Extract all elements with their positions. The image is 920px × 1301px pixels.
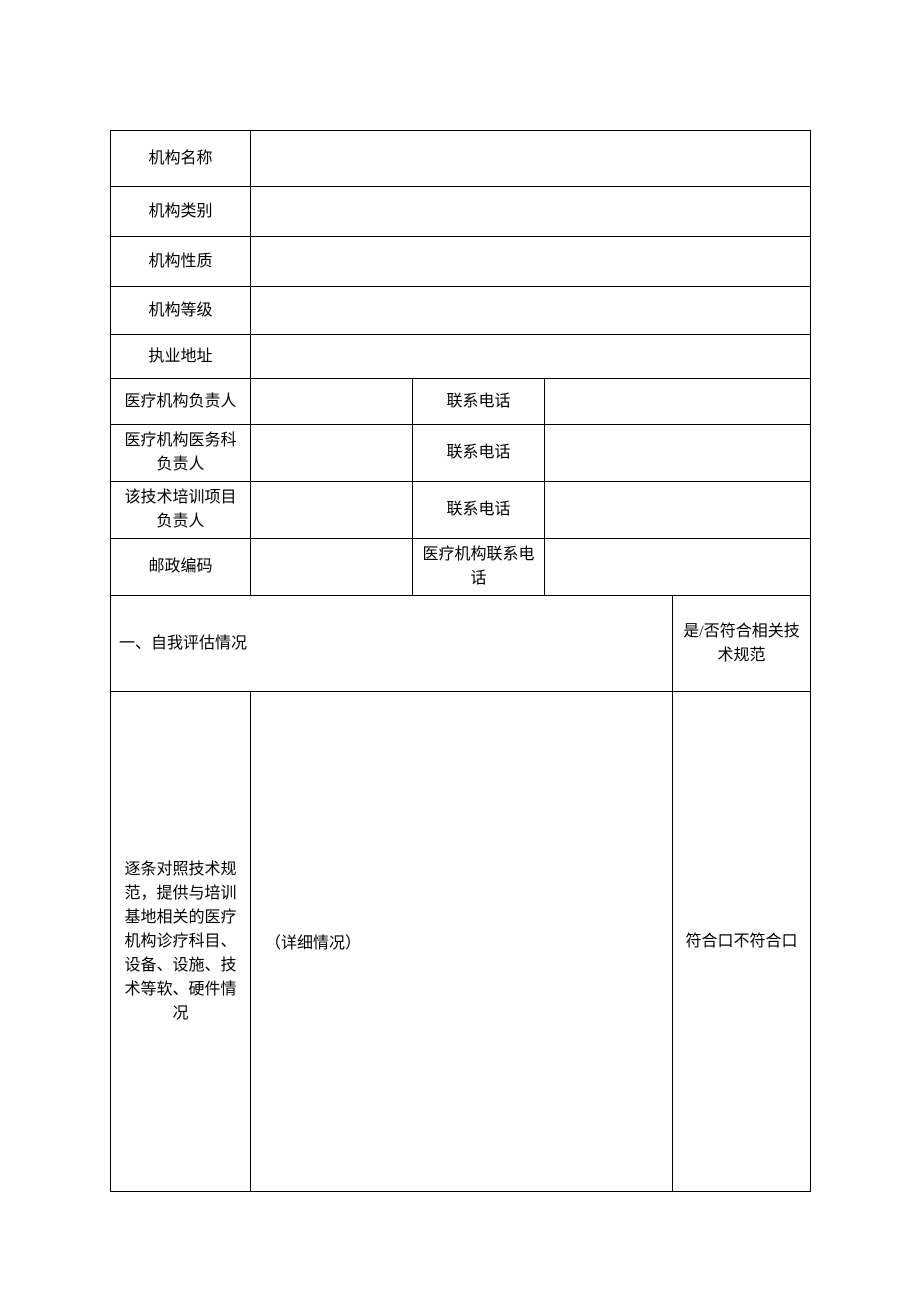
section-item-choice[interactable]: 符合口不符合口 xyxy=(673,692,811,1192)
label-med-affairs-head-phone: 联系电话 xyxy=(413,425,545,482)
value-med-affairs-head-phone[interactable] xyxy=(545,425,811,482)
value-org-nature[interactable] xyxy=(251,237,811,287)
value-org-name[interactable] xyxy=(251,131,811,187)
row-org-nature: 机构性质 xyxy=(111,237,811,287)
label-tech-training-head: 该技术培训项目负责人 xyxy=(111,482,251,539)
value-org-grade[interactable] xyxy=(251,287,811,335)
row-postal: 邮政编码 医疗机构联系电话 xyxy=(111,539,811,596)
value-med-affairs-head[interactable] xyxy=(251,425,413,482)
value-med-head[interactable] xyxy=(251,379,413,425)
section-item-label: 逐条对照技术规范，提供与培训基地相关的医疗机构诊疗科目、设备、设施、技术等软、硬… xyxy=(111,692,251,1192)
label-practice-address: 执业地址 xyxy=(111,335,251,379)
row-med-affairs-head: 医疗机构医务科负责人 联系电话 xyxy=(111,425,811,482)
label-org-phone: 医疗机构联系电话 xyxy=(413,539,545,596)
value-org-category[interactable] xyxy=(251,187,811,237)
value-tech-training-head-phone[interactable] xyxy=(545,482,811,539)
label-postal: 邮政编码 xyxy=(111,539,251,596)
label-org-category: 机构类别 xyxy=(111,187,251,237)
label-org-name: 机构名称 xyxy=(111,131,251,187)
value-practice-address[interactable] xyxy=(251,335,811,379)
value-postal[interactable] xyxy=(251,539,413,596)
row-org-grade: 机构等级 xyxy=(111,287,811,335)
row-practice-address: 执业地址 xyxy=(111,335,811,379)
label-med-head: 医疗机构负责人 xyxy=(111,379,251,425)
label-med-head-phone: 联系电话 xyxy=(413,379,545,425)
row-section-header: 一、自我评估情况 是/否符合相关技术规范 xyxy=(111,596,811,692)
label-tech-training-head-phone: 联系电话 xyxy=(413,482,545,539)
value-tech-training-head[interactable] xyxy=(251,482,413,539)
section-item-detail[interactable]: （详细情况） xyxy=(251,692,673,1192)
row-tech-training-head: 该技术培训项目负责人 联系电话 xyxy=(111,482,811,539)
label-org-nature: 机构性质 xyxy=(111,237,251,287)
form-table: 机构名称 机构类别 机构性质 机构等级 执业地址 医疗机构负责人 联系电话 医疗… xyxy=(110,130,811,1192)
section-title: 一、自我评估情况 xyxy=(111,596,673,692)
form-page: 机构名称 机构类别 机构性质 机构等级 执业地址 医疗机构负责人 联系电话 医疗… xyxy=(110,130,810,1192)
label-med-affairs-head: 医疗机构医务科负责人 xyxy=(111,425,251,482)
row-section-item: 逐条对照技术规范，提供与培训基地相关的医疗机构诊疗科目、设备、设施、技术等软、硬… xyxy=(111,692,811,1192)
row-org-name: 机构名称 xyxy=(111,131,811,187)
label-org-grade: 机构等级 xyxy=(111,287,251,335)
row-med-head: 医疗机构负责人 联系电话 xyxy=(111,379,811,425)
value-org-phone[interactable] xyxy=(545,539,811,596)
row-org-category: 机构类别 xyxy=(111,187,811,237)
value-med-head-phone[interactable] xyxy=(545,379,811,425)
section-right-header: 是/否符合相关技术规范 xyxy=(673,596,811,692)
